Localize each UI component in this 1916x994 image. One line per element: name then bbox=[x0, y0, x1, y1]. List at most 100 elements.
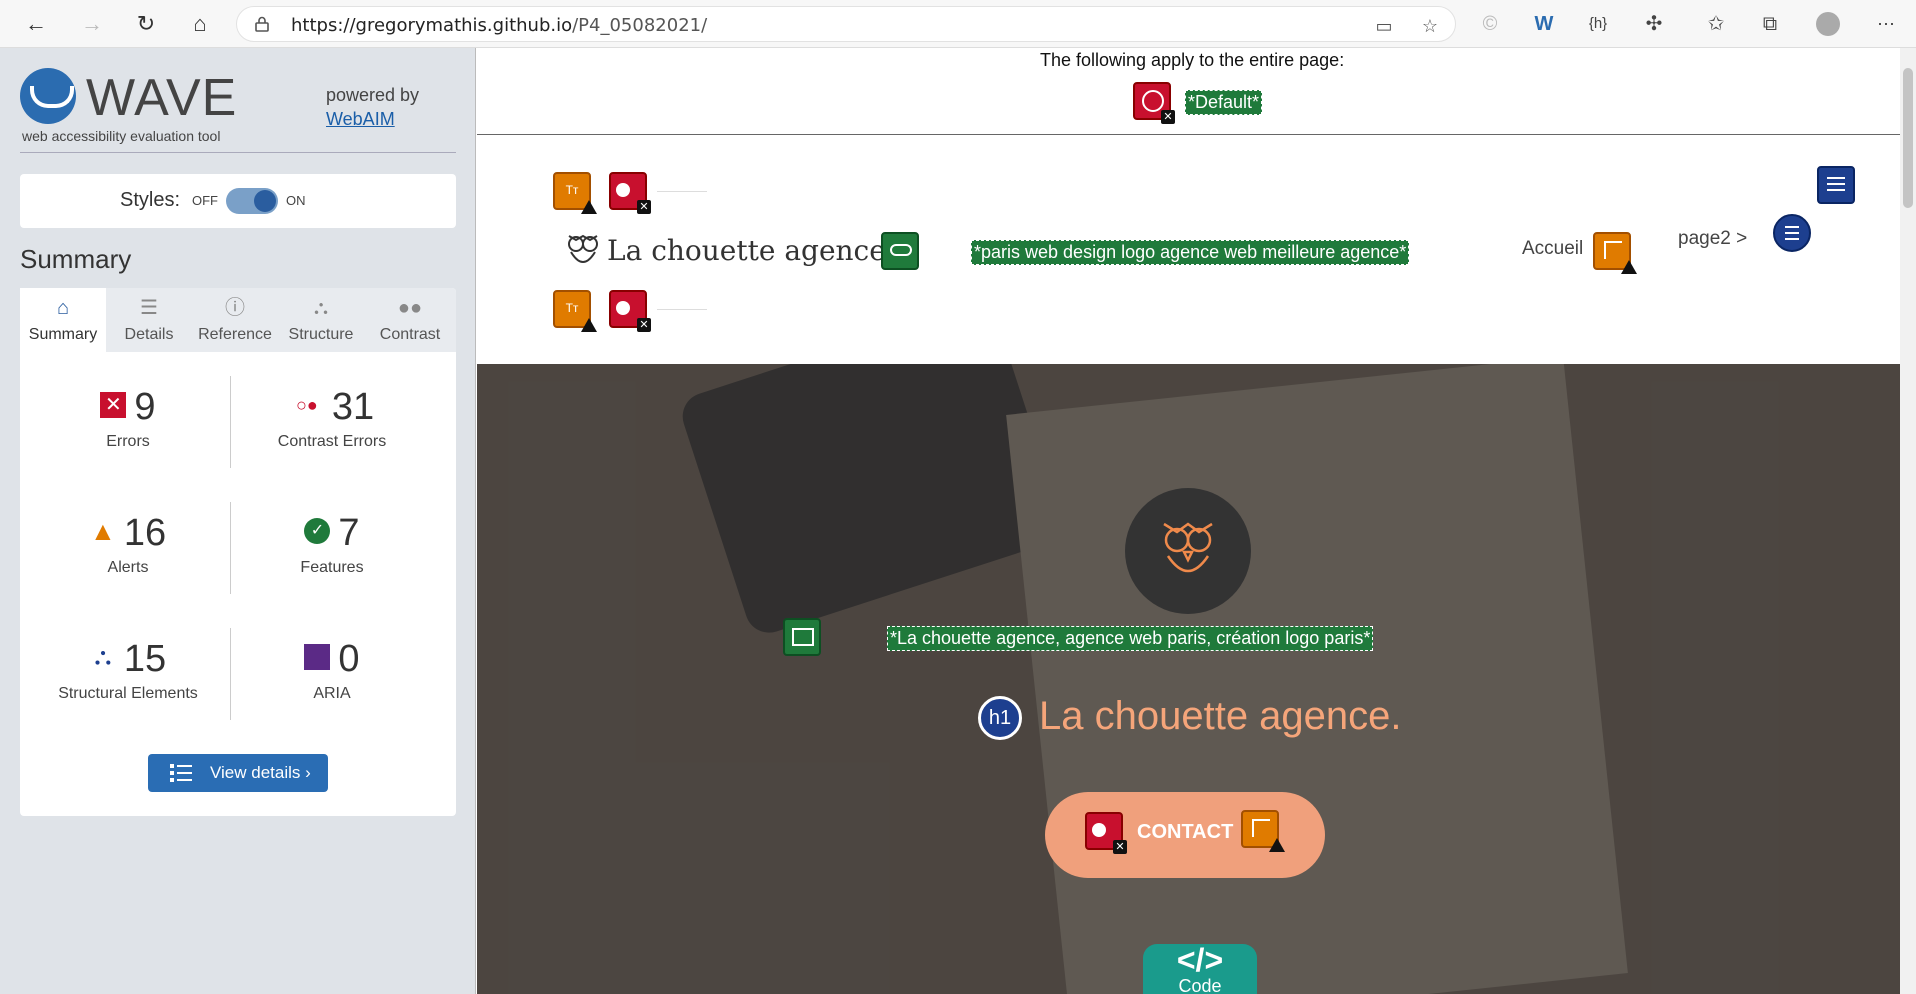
redundant-link-alert-icon[interactable] bbox=[1593, 232, 1637, 274]
stat-errors[interactable]: ✕ 9 Errors bbox=[28, 386, 228, 451]
contrast-error-icon[interactable]: ✕ bbox=[609, 172, 651, 214]
extensions-puzzle-icon[interactable]: ✣ bbox=[1642, 12, 1666, 36]
browser-toolbar: ← → ↻ ⌂ https://gregorymathis.github.io/… bbox=[0, 0, 1916, 48]
wave-subtitle: web accessibility evaluation tool bbox=[22, 128, 221, 144]
contrast-error-icon[interactable]: ✕ bbox=[1085, 812, 1127, 854]
nav-accueil-link[interactable]: Accueil bbox=[1522, 238, 1583, 260]
image-alt-feature-icon[interactable] bbox=[783, 618, 821, 656]
wave-logo-icon bbox=[20, 68, 76, 124]
nav-page2-link[interactable]: page2 > bbox=[1678, 228, 1747, 250]
warning-icon bbox=[581, 200, 597, 214]
tab-label: Structure bbox=[288, 326, 354, 343]
home-icon: ⌂ bbox=[56, 297, 70, 319]
tab-label: Reference bbox=[198, 326, 272, 343]
alert-text-icon[interactable]: Tт bbox=[553, 290, 597, 332]
tab-contrast[interactable]: ●● Contrast bbox=[364, 288, 456, 352]
tab-summary[interactable]: ⌂ Summary bbox=[20, 288, 106, 352]
extension-c-icon[interactable]: © bbox=[1478, 12, 1502, 36]
hero-overlay bbox=[477, 364, 1900, 994]
styles-toggle-box: Styles: OFF ON bbox=[20, 174, 456, 228]
extension-h-icon[interactable]: {h} bbox=[1586, 12, 1610, 36]
stat-aria[interactable]: 0 ARIA bbox=[232, 638, 432, 703]
alert-icon: ▲ bbox=[89, 515, 116, 546]
divider bbox=[230, 502, 231, 594]
structure-list-icon[interactable] bbox=[1817, 166, 1855, 204]
list-icon: ☰ bbox=[140, 297, 158, 319]
wave-extension-icon[interactable]: W bbox=[1532, 12, 1556, 36]
errors-count: 9 bbox=[134, 386, 156, 428]
feature-check-icon: ✓ bbox=[304, 517, 331, 544]
tab-details[interactable]: ☰ Details bbox=[106, 288, 192, 352]
stat-structural[interactable]: ⛬ 15 Structural Elements bbox=[28, 638, 228, 703]
features-count: 7 bbox=[338, 512, 360, 554]
h1-heading-badge: h1 bbox=[978, 696, 1022, 740]
error-x-icon: ✕ bbox=[1113, 840, 1127, 854]
scrollbar-thumb[interactable] bbox=[1903, 68, 1913, 208]
language-error-icon[interactable]: ✕ bbox=[1133, 82, 1175, 124]
web-page: The following apply to the entire page: … bbox=[477, 48, 1900, 994]
error-x-icon: ✕ bbox=[637, 200, 651, 214]
aria-cube-icon bbox=[304, 643, 331, 670]
divider bbox=[477, 134, 1900, 135]
read-aloud-icon[interactable]: ▭ bbox=[1373, 16, 1395, 36]
styles-on-label: ON bbox=[286, 193, 306, 208]
styles-toggle[interactable] bbox=[226, 188, 278, 214]
warning-icon bbox=[581, 318, 597, 332]
alerts-label: Alerts bbox=[107, 559, 149, 576]
url-text: https://gregorymathis.github.io/P4_05082… bbox=[291, 15, 708, 36]
divider bbox=[230, 376, 231, 468]
summary-panel: ⌂ Summary ☰ Details ⓘ Reference ⛬ Struct… bbox=[20, 288, 456, 816]
view-details-button[interactable]: View details › bbox=[148, 754, 328, 792]
menu-more-icon[interactable]: ⋯ bbox=[1874, 12, 1898, 36]
wave-tabs: ⌂ Summary ☰ Details ⓘ Reference ⛬ Struct… bbox=[20, 288, 456, 352]
code-toggle-tab[interactable]: </> Code bbox=[1143, 944, 1257, 994]
hero-owl-logo bbox=[1125, 488, 1251, 614]
aria-count: 0 bbox=[338, 638, 360, 680]
favorites-icon[interactable]: ✩ bbox=[1704, 12, 1728, 36]
stat-alerts[interactable]: ▲ 16 Alerts bbox=[28, 512, 228, 577]
webaim-link[interactable]: WebAIM bbox=[326, 109, 395, 130]
hero-image-alt-text: *La chouette agence, agence web paris, c… bbox=[887, 626, 1374, 651]
powered-by-text: powered by bbox=[326, 85, 420, 105]
errors-label: Errors bbox=[106, 433, 150, 450]
link-alert-icon[interactable] bbox=[1241, 810, 1285, 852]
page-scrollbar[interactable] bbox=[1900, 48, 1916, 994]
alert-text-icon[interactable]: Tт bbox=[553, 172, 597, 214]
tab-label: Contrast bbox=[379, 326, 441, 343]
contrast-label: Contrast Errors bbox=[277, 433, 387, 450]
brand-name[interactable]: La chouette agence bbox=[607, 234, 886, 267]
stat-contrast-errors[interactable]: ○● 31 Contrast Errors bbox=[232, 386, 432, 451]
error-x-icon: ✕ bbox=[1161, 110, 1175, 124]
reload-icon[interactable]: ↻ bbox=[132, 10, 160, 38]
contrast-error-icon[interactable]: ✕ bbox=[609, 290, 651, 332]
warning-icon bbox=[1621, 260, 1637, 274]
address-bar[interactable]: https://gregorymathis.github.io/P4_05082… bbox=[236, 6, 1456, 42]
home-icon[interactable]: ⌂ bbox=[186, 10, 214, 38]
stat-features[interactable]: ✓ 7 Features bbox=[232, 512, 432, 577]
divider bbox=[657, 191, 707, 192]
unordered-list-icon[interactable] bbox=[1773, 214, 1811, 252]
tab-structure[interactable]: ⛬ Structure bbox=[278, 288, 364, 352]
wave-title: WAVE bbox=[86, 69, 238, 127]
wave-sidebar: WAVE web accessibility evaluation tool p… bbox=[0, 48, 476, 994]
divider bbox=[657, 309, 707, 310]
hierarchy-icon: ⛬ bbox=[314, 297, 328, 319]
forward-icon[interactable]: → bbox=[78, 10, 106, 38]
tab-label: Details bbox=[124, 326, 174, 343]
contrast-count: 31 bbox=[331, 386, 375, 428]
contrast-icon: ●● bbox=[397, 297, 423, 319]
collections-icon[interactable]: ⧉ bbox=[1758, 12, 1782, 36]
alerts-count: 16 bbox=[123, 512, 167, 554]
contact-label: CONTACT bbox=[1137, 821, 1234, 843]
list-icon bbox=[170, 764, 192, 782]
profile-avatar[interactable] bbox=[1816, 12, 1840, 36]
contrast-error-icon: ○● bbox=[295, 394, 318, 415]
add-favorite-icon[interactable]: ☆ bbox=[1419, 16, 1441, 36]
tab-label: Summary bbox=[28, 326, 98, 343]
tab-reference[interactable]: ⓘ Reference bbox=[192, 288, 278, 352]
info-icon: ⓘ bbox=[225, 297, 245, 319]
back-icon[interactable]: ← bbox=[22, 10, 50, 38]
link-image-feature-icon[interactable] bbox=[881, 232, 919, 270]
error-x-icon: ✕ bbox=[637, 318, 651, 332]
logo-alt-text: *paris web design logo agence web meille… bbox=[971, 240, 1410, 265]
